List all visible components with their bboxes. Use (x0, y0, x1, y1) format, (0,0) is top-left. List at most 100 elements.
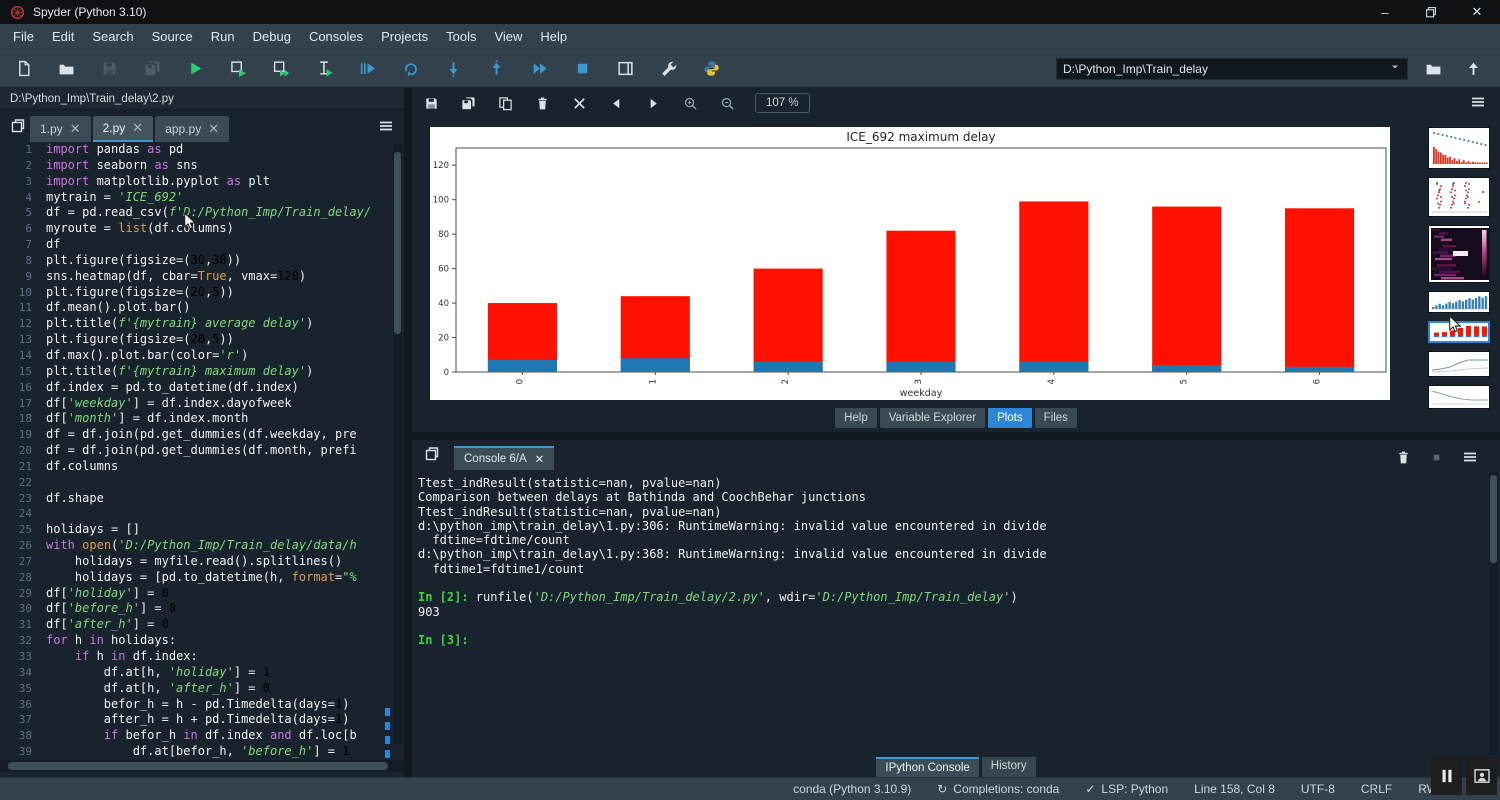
blue-bar-chart-thumbnail[interactable] (1428, 291, 1490, 313)
menu-run[interactable]: Run (202, 24, 244, 50)
editor-tab-1.py[interactable]: 1.py ✕ (30, 116, 91, 142)
chevron-down-icon[interactable] (1389, 61, 1401, 76)
webcam-toggle-button[interactable] (1466, 757, 1497, 795)
working-directory-combobox[interactable]: D:\Python_Imp\Train_delay (1056, 58, 1408, 80)
maximize-pane-button[interactable] (610, 54, 640, 84)
scrollbar-handle[interactable] (8, 762, 388, 770)
code-line: 10plt.figure(figsize=(20,5)) (0, 285, 404, 301)
editor-tab-label: 1.py (40, 122, 63, 136)
copy-plot-button[interactable] (492, 91, 518, 115)
console-output[interactable]: Ttest_indResult(statistic=nan, pvalue=na… (412, 470, 1492, 757)
editor-options-menu-icon[interactable] (374, 113, 398, 139)
tab-ipython-console[interactable]: IPython Console (876, 757, 978, 777)
close-tab-icon[interactable]: ✕ (70, 121, 81, 137)
menu-projects[interactable]: Projects (372, 24, 437, 50)
open-file-button[interactable] (51, 54, 81, 84)
scatter-plot-thumbnail[interactable] (1428, 127, 1490, 169)
editor-tab-2.py[interactable]: 2.py✕ (93, 116, 154, 142)
tab-files[interactable]: Files (1035, 408, 1077, 428)
close-button[interactable]: ✕ (1454, 0, 1500, 24)
scrollbar-handle[interactable] (1490, 475, 1497, 563)
red-bar-chart-thumbnail[interactable] (1428, 321, 1490, 343)
code-line: 28 holidays = [pd.to_datetime(h, format=… (0, 570, 404, 586)
code-editor[interactable]: 1import pandas as pd2import seaborn as s… (0, 142, 404, 760)
zoom-in-button[interactable] (677, 91, 703, 115)
menu-file[interactable]: File (4, 24, 43, 50)
zoom-out-button[interactable] (714, 91, 740, 115)
step-return-button[interactable] (481, 54, 511, 84)
menu-view[interactable]: View (485, 24, 531, 50)
menu-source[interactable]: Source (143, 24, 202, 50)
horizontal-splitter[interactable] (412, 432, 1500, 440)
run-until-button[interactable] (352, 54, 382, 84)
heatmap-thumbnail[interactable] (1428, 225, 1490, 283)
tab-variable-explorer[interactable]: Variable Explorer (880, 408, 985, 428)
code-token: plt (241, 174, 270, 190)
remove-plot-button[interactable] (529, 91, 555, 115)
code-token: import (46, 158, 89, 174)
run-selection-button[interactable] (309, 54, 339, 84)
code-token: ] = (133, 586, 162, 602)
editor-tabs: 1.py✕2.py✕app.py✕ (30, 116, 231, 142)
line-number: 8 (0, 253, 46, 269)
recorder-overlay (1431, 757, 1497, 795)
run-button[interactable] (180, 54, 210, 84)
tab-history[interactable]: History (982, 757, 1036, 777)
close-tab-icon[interactable]: ✕ (132, 120, 143, 136)
menu-help[interactable]: Help (531, 24, 576, 50)
strip-plot-thumbnail[interactable] (1428, 177, 1490, 217)
console-tab[interactable]: Console 6/A ✕ (454, 446, 554, 470)
menu-debug[interactable]: Debug (244, 24, 300, 50)
close-console-icon[interactable]: ✕ (535, 452, 545, 466)
save-all-button[interactable] (137, 54, 167, 84)
line-chart-thumbnail[interactable] (1428, 351, 1490, 377)
vertical-splitter[interactable] (404, 88, 412, 777)
parent-directory-button[interactable] (1458, 54, 1488, 84)
editor-tab-app.py[interactable]: app.py✕ (155, 116, 229, 142)
menu-tools[interactable]: Tools (437, 24, 485, 50)
close-tab-icon[interactable]: ✕ (208, 121, 219, 137)
save-button[interactable] (94, 54, 124, 84)
console-vertical-scrollbar[interactable] (1489, 472, 1498, 755)
previous-plot-button[interactable] (603, 91, 629, 115)
new-file-button[interactable] (8, 54, 38, 84)
console-token: d:\python_imp\train_delay\1.py:306: Runt… (418, 519, 1047, 533)
pause-recording-button[interactable] (1431, 757, 1462, 795)
menu-consoles[interactable]: Consoles (300, 24, 372, 50)
run-cell-button[interactable] (223, 54, 253, 84)
browse-tabs-icon[interactable] (420, 441, 444, 467)
console-pane-actions (1396, 449, 1492, 470)
rerun-cell-button[interactable] (395, 54, 425, 84)
save-plot-button[interactable] (418, 91, 444, 115)
browse-directory-button[interactable] (1418, 54, 1448, 84)
preferences-button[interactable] (653, 54, 683, 84)
menu-search[interactable]: Search (83, 24, 142, 50)
plots-options-menu-icon[interactable] (1466, 89, 1490, 115)
minimize-button[interactable]: – (1362, 0, 1408, 24)
code-token: "% (342, 570, 356, 586)
stop-button[interactable] (567, 54, 597, 84)
run-cell-advance-button[interactable] (266, 54, 296, 84)
tab-plots[interactable]: Plots (988, 408, 1032, 428)
next-plot-button[interactable] (640, 91, 666, 115)
scrollbar-handle[interactable] (394, 152, 401, 334)
console-options-menu-icon[interactable] (1462, 449, 1478, 470)
maximize-button[interactable] (1408, 0, 1454, 24)
step-into-button[interactable] (438, 54, 468, 84)
save-all-plots-button[interactable] (455, 91, 481, 115)
remove-all-plots-button[interactable] (566, 91, 592, 115)
console-line (418, 619, 1492, 633)
line-chart-thumbnail-2[interactable] (1428, 385, 1490, 409)
menu-edit[interactable]: Edit (43, 24, 83, 50)
stop-kernel-icon[interactable] (1429, 450, 1444, 470)
tab-help[interactable]: Help (835, 408, 877, 428)
editor-vertical-scrollbar[interactable] (393, 144, 402, 744)
editor-horizontal-scrollbar[interactable] (0, 760, 404, 772)
main-toolbar: D:\Python_Imp\Train_delay (0, 50, 1500, 88)
remove-variables-icon[interactable] (1396, 450, 1411, 470)
code-line: 9sns.heatmap(df, cbar=True, vmax=120) (0, 269, 404, 285)
svg-text:6: 6 (1313, 379, 1323, 384)
python-path-button[interactable] (696, 54, 726, 84)
browse-tabs-icon[interactable] (6, 113, 30, 139)
continue-button[interactable] (524, 54, 554, 84)
